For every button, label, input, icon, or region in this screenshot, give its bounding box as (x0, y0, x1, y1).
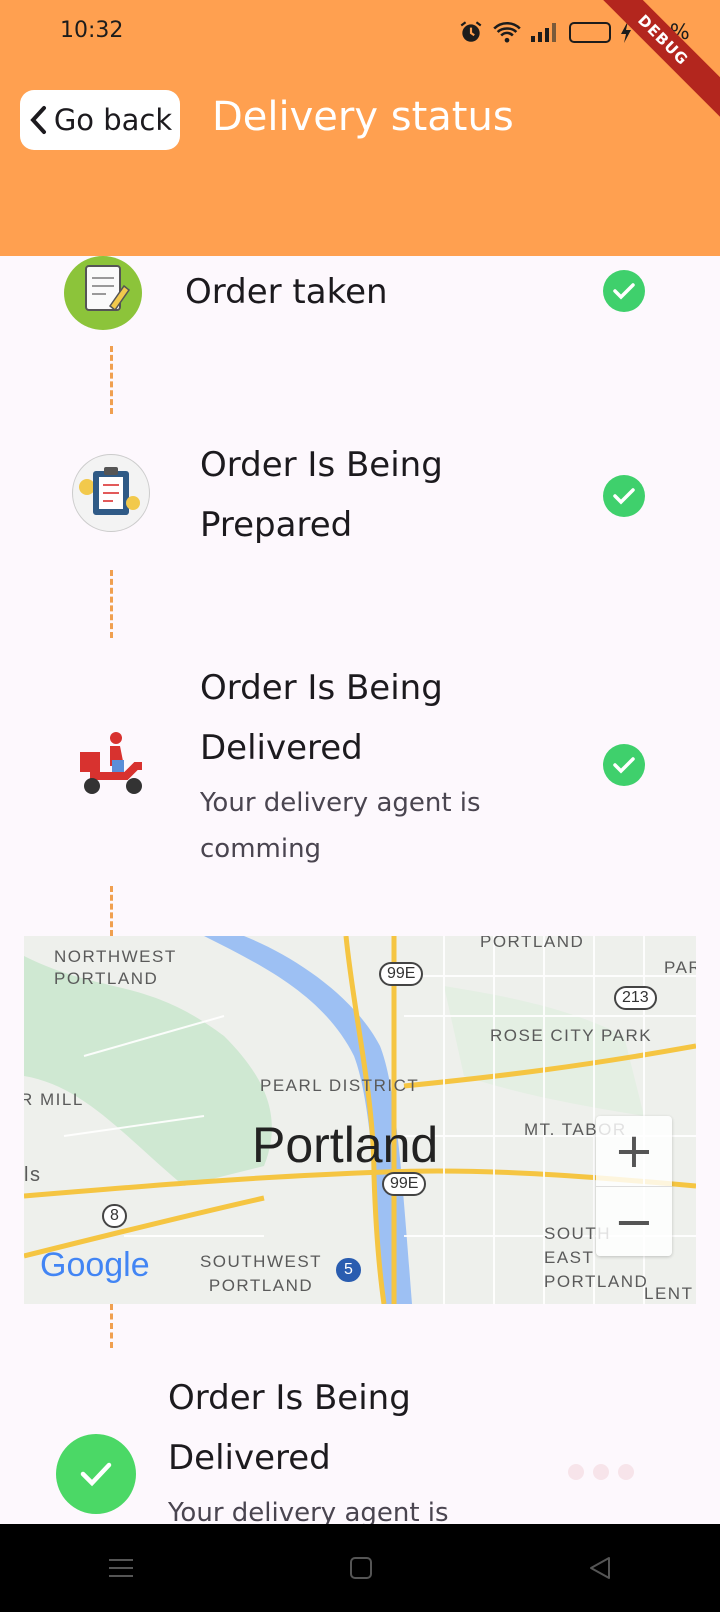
google-logo: Google (40, 1246, 150, 1284)
map-label: ROSE CITY PARK (490, 1026, 653, 1045)
wifi-icon (493, 21, 521, 43)
step-title: Order Is Being Delivered (168, 1378, 411, 1478)
battery-icon (569, 21, 611, 43)
status-time: 10:32 (60, 18, 124, 43)
step-title: Order taken (185, 272, 388, 312)
map-label: SOUTHWEST PORTLAND (199, 1252, 323, 1295)
zoom-controls: + − (596, 1116, 672, 1256)
step-connector (110, 1304, 113, 1348)
go-back-button[interactable]: Go back (20, 90, 180, 150)
check-icon (603, 475, 645, 517)
home-icon[interactable] (348, 1555, 374, 1581)
step-title: Order Is Being Prepared (200, 445, 443, 545)
check-icon (603, 270, 645, 312)
map-label: LENT (644, 1284, 694, 1303)
step-connector (110, 570, 113, 638)
zoom-in-button[interactable]: + (596, 1116, 672, 1187)
page-title: Delivery status (212, 94, 514, 140)
notepad-pencil-icon (64, 256, 142, 330)
system-nav-bar (0, 1524, 720, 1612)
map-label: PEARL DISTRICT (260, 1076, 420, 1095)
signal-icon (531, 23, 556, 42)
app-bar: 10:32 11% DEBUG Go back Delivery status (0, 0, 720, 256)
highway-shield: 5 (336, 1258, 361, 1282)
step-subtitle: Your delivery agent is comming (200, 788, 481, 864)
check-circle-icon (56, 1434, 136, 1514)
chevron-left-icon (30, 106, 46, 134)
highway-shield: 8 (102, 1204, 127, 1228)
map-city-label: Portland (252, 1117, 439, 1173)
map-label: PAR (664, 958, 696, 977)
map-label: ls (24, 1164, 42, 1186)
step-connector (110, 886, 113, 936)
menu-icon[interactable] (107, 1556, 135, 1580)
map-label: NORTHWEST PORTLAND (54, 947, 177, 988)
clipboard-gear-icon (72, 454, 150, 532)
back-icon[interactable] (587, 1555, 613, 1581)
zoom-out-button[interactable]: − (596, 1187, 672, 1257)
highway-shield: 99E (382, 1172, 427, 1196)
delivery-scooter-icon (76, 730, 148, 800)
map-label: PORTLAND (480, 936, 585, 951)
go-back-label: Go back (53, 103, 173, 137)
step-connector (110, 346, 113, 414)
step-title: Order Is Being Delivered (200, 668, 443, 768)
map-view[interactable]: NORTHWEST PORTLAND PORTLAND PAR ROSE CIT… (24, 936, 696, 1304)
check-icon (603, 744, 645, 786)
map-label: R MILL (24, 1090, 84, 1109)
alarm-icon (460, 21, 482, 42)
highway-shield: 213 (614, 986, 657, 1010)
step-subtitle: Your delivery agent is (168, 1498, 449, 1524)
highway-shield: 99E (379, 962, 424, 986)
loading-dots (568, 1464, 634, 1480)
